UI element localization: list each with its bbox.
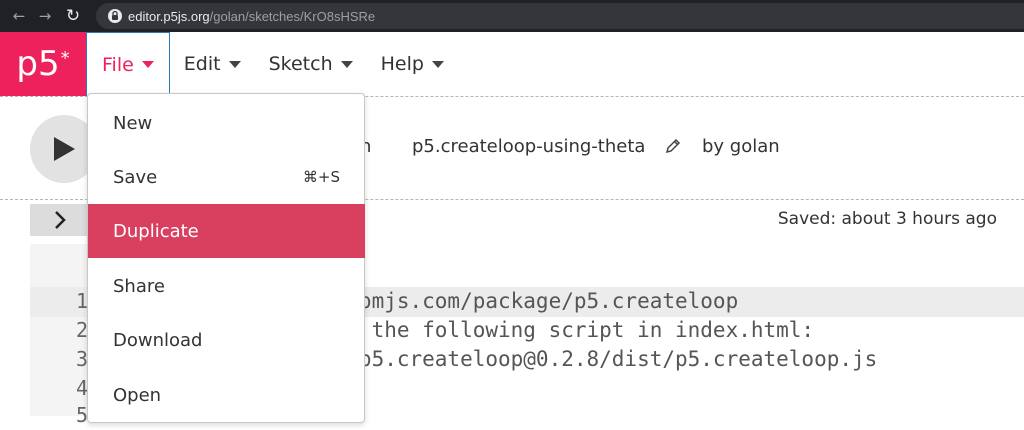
- line-number: 3: [75, 347, 88, 371]
- menu-item-label: Share: [113, 275, 165, 297]
- menu-item-label: Duplicate: [113, 220, 199, 242]
- keyboard-shortcut: ⌘+S: [302, 168, 340, 186]
- browser-toolbar: ← → ↻ editor.p5js.org/golan/sketches/KrO…: [0, 0, 1024, 32]
- expand-sidebar-button[interactable]: [30, 204, 90, 236]
- main-menu: File Edit Sketch Help: [86, 32, 458, 96]
- file-menu-open[interactable]: Open: [88, 368, 366, 422]
- menu-item-label: New: [113, 112, 153, 134]
- file-dropdown-menu: New Save ⌘+S Duplicate Share Download Op…: [87, 93, 365, 423]
- url-path: /golan/sketches/KrO8sHSRe: [209, 8, 376, 24]
- sketch-owner: by golan: [702, 136, 780, 157]
- logo-asterisk: *: [60, 47, 70, 69]
- menu-file-label: File: [102, 53, 134, 76]
- line-number: 2: [75, 318, 88, 342]
- caret-down-icon: [141, 61, 154, 68]
- caret-down-icon: [431, 60, 444, 68]
- logo-text: p5: [16, 44, 60, 84]
- menu-sketch[interactable]: Sketch: [255, 32, 367, 96]
- chevron-right-icon: [55, 211, 66, 229]
- address-bar[interactable]: editor.p5js.org/golan/sketches/KrO8sHSRe: [96, 3, 1024, 29]
- menu-help-label: Help: [380, 53, 424, 75]
- line-number: 1: [75, 289, 88, 313]
- menu-edit[interactable]: Edit: [170, 32, 255, 96]
- code-text: w.npmjs.com/package/p5.createloop: [321, 289, 739, 313]
- menu-item-label: Save: [113, 166, 158, 188]
- menu-sketch-label: Sketch: [268, 53, 333, 75]
- caret-down-icon: [228, 60, 241, 68]
- url-domain: editor.p5js.org: [128, 8, 210, 24]
- pencil-icon[interactable]: [664, 137, 682, 159]
- menu-item-label: Download: [113, 329, 203, 351]
- p5-logo[interactable]: p5 *: [0, 32, 86, 96]
- save-status: Saved: about 3 hours ago: [777, 209, 997, 229]
- menu-item-label: Open: [113, 384, 162, 406]
- back-arrow-icon[interactable]: ←: [6, 7, 32, 25]
- file-menu-new[interactable]: New: [88, 96, 366, 150]
- play-icon: [54, 137, 75, 161]
- lock-icon: [104, 8, 126, 24]
- forward-arrow-icon[interactable]: →: [32, 7, 58, 25]
- file-menu-download[interactable]: Download: [88, 313, 366, 367]
- file-menu-duplicate[interactable]: Duplicate: [88, 204, 365, 258]
- app-header: p5 * File Edit Sketch Help: [0, 32, 1024, 97]
- file-menu-share[interactable]: Share: [88, 259, 366, 313]
- menu-file[interactable]: File: [86, 32, 170, 96]
- refresh-icon[interactable]: ↻: [60, 6, 86, 26]
- sketch-name[interactable]: p5.createloop-using-theta: [412, 136, 645, 157]
- menu-edit-label: Edit: [183, 53, 221, 75]
- url-text: editor.p5js.org/golan/sketches/KrO8sHSRe: [128, 9, 375, 24]
- menu-help[interactable]: Help: [367, 32, 458, 96]
- caret-down-icon: [340, 60, 353, 68]
- line-number: 4: [75, 376, 88, 400]
- code-text: om/p5.createloop@0.2.8/dist/p5.createloo…: [321, 347, 878, 371]
- code-text: ude the following script in index.html:: [321, 318, 815, 342]
- file-menu-save[interactable]: Save ⌘+S: [88, 150, 366, 204]
